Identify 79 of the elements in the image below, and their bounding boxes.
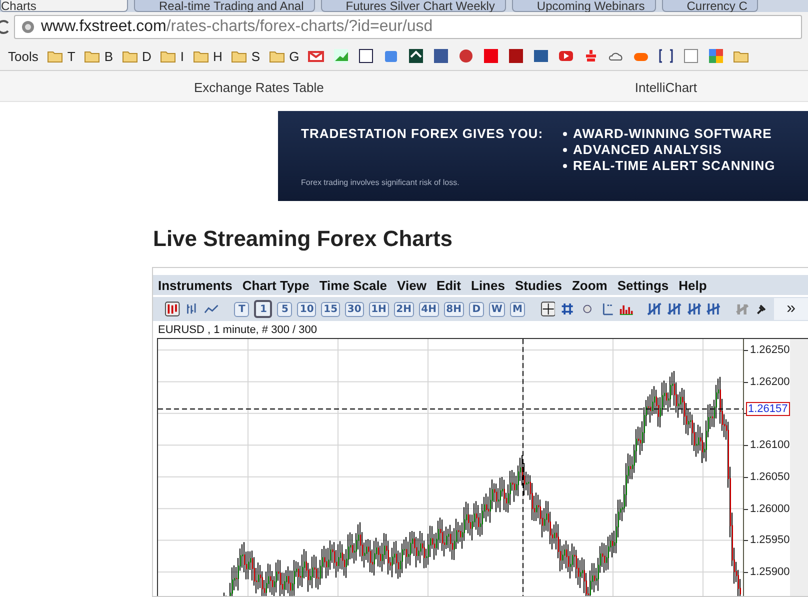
menu-item[interactable]: Time Scale xyxy=(319,278,388,292)
banner-bullet: ADVANCED ANALYSIS xyxy=(563,142,776,158)
bookmark-folder[interactable]: G xyxy=(289,48,300,64)
banner-bullet: REAL-TIME ALERT SCANNING xyxy=(563,158,776,174)
timeframe-button[interactable]: T xyxy=(234,302,250,316)
menu-item[interactable]: Lines xyxy=(471,278,505,292)
price-tick: 1.25950 xyxy=(750,534,790,546)
folder-icon xyxy=(231,50,248,62)
folder-icon xyxy=(269,50,286,62)
folder-icon xyxy=(193,50,209,62)
bracket-icon[interactable] xyxy=(658,48,674,64)
house-icon[interactable] xyxy=(408,48,424,64)
folder-icon xyxy=(122,50,138,62)
timeframe-button[interactable]: 15 xyxy=(321,302,340,316)
current-price-label: 1.26157 xyxy=(746,402,790,416)
menu-item[interactable]: Zoom xyxy=(572,278,608,292)
price-tick: 1.26050 xyxy=(750,470,790,483)
timeframe-button[interactable]: 10 xyxy=(297,302,316,316)
bullet-icon xyxy=(563,148,568,152)
url-text: www.fxstreet.com/rates-charts/forex-charts/?id=eur/usd xyxy=(41,18,433,36)
trendline-icon[interactable] xyxy=(647,301,662,317)
timeframe-button[interactable]: 1H xyxy=(368,302,389,316)
menu-item[interactable]: Studies xyxy=(514,278,562,292)
menu-item[interactable]: Settings xyxy=(617,278,669,292)
timeframe-button[interactable]: W xyxy=(488,302,505,316)
timeframe-button[interactable]: 1 xyxy=(254,300,272,318)
bookmark-folder[interactable]: T xyxy=(67,48,76,64)
folder-icon xyxy=(84,50,100,62)
nav-link[interactable]: IntelliChart xyxy=(634,80,697,95)
bookmark-folder[interactable]: I xyxy=(180,48,184,64)
bullet-icon xyxy=(563,164,568,168)
youtube-icon[interactable] xyxy=(558,48,574,64)
price-tick: 1.26100 xyxy=(750,439,790,452)
browser-tab[interactable]: Charts xyxy=(0,0,128,12)
timeframe-button[interactable]: 4H xyxy=(418,302,439,316)
channel-icon[interactable] xyxy=(667,301,682,317)
price-tick: 1.26250 xyxy=(750,344,790,356)
folder-icon xyxy=(733,50,750,62)
banner-headline: TRADESTATION FOREX GIVES YOU: xyxy=(301,126,544,142)
timeframe-button[interactable]: D xyxy=(468,302,484,316)
crosshair-icon[interactable] xyxy=(540,301,556,317)
banner-disclaimer: Forex trading involves significant risk of loss. xyxy=(301,178,460,186)
bookmark-folder[interactable]: D xyxy=(142,48,152,64)
candlestick-icon[interactable] xyxy=(165,301,180,317)
bookmark-folder[interactable]: B xyxy=(104,48,113,64)
bullet-icon xyxy=(563,132,568,136)
bookmark-folder[interactable]: H xyxy=(213,48,222,64)
page-title: Live Streaming Forex Charts xyxy=(153,225,454,253)
price-tick: 1.25900 xyxy=(750,566,790,578)
grid-icon[interactable] xyxy=(560,301,575,317)
timeframe-button[interactable]: 8H xyxy=(444,302,464,316)
menu-item[interactable]: Chart Type xyxy=(242,278,310,292)
bookmark-link[interactable]: Tools xyxy=(8,48,38,64)
timeframe-button[interactable]: 30 xyxy=(344,302,364,316)
google-icon[interactable] xyxy=(708,48,724,64)
fan-lines-icon[interactable] xyxy=(706,301,722,317)
bookmark-folder[interactable]: S xyxy=(251,48,260,64)
folder-icon xyxy=(160,50,176,62)
timeframe-button[interactable]: 2H xyxy=(394,302,414,316)
chart-info: EURUSD , 1 minute, # 300 / 300 xyxy=(157,323,318,338)
menu-item[interactable]: Edit xyxy=(436,278,461,292)
address-bar[interactable]: www.fxstreet.com/rates-charts/forex-charts/?id=eur/usd xyxy=(14,15,802,39)
banner-bullet: AWARD-WINNING SOFTWARE xyxy=(563,126,776,142)
price-tick: 1.26200 xyxy=(750,376,790,388)
folder-icon xyxy=(47,50,64,62)
nav-link[interactable]: Exchange Rates Table xyxy=(194,80,324,95)
price-tick: 1.26000 xyxy=(750,502,790,515)
chart-icon[interactable] xyxy=(333,48,350,64)
timeframe-button[interactable]: M xyxy=(510,302,526,316)
menu-item[interactable]: Help xyxy=(678,278,707,292)
mail-icon[interactable] xyxy=(308,48,324,64)
globe-icon xyxy=(21,20,35,34)
reload-icon[interactable] xyxy=(0,19,10,35)
parallel-lines-icon[interactable] xyxy=(686,301,702,317)
menu-item[interactable]: Instruments xyxy=(158,278,232,292)
timeframe-button[interactable]: 5 xyxy=(277,302,292,316)
more-tools-button[interactable]: » xyxy=(774,298,808,320)
menu-item[interactable]: View xyxy=(397,278,426,292)
ad-banner[interactable]: TRADESTATION FOREX GIVES YOU: AWARD-WINNING SOFTWARE ADVANCED ANALYSIS REAL-TIME ALERT SCANNING Forex trading involves significant risk of loss. xyxy=(278,111,808,201)
